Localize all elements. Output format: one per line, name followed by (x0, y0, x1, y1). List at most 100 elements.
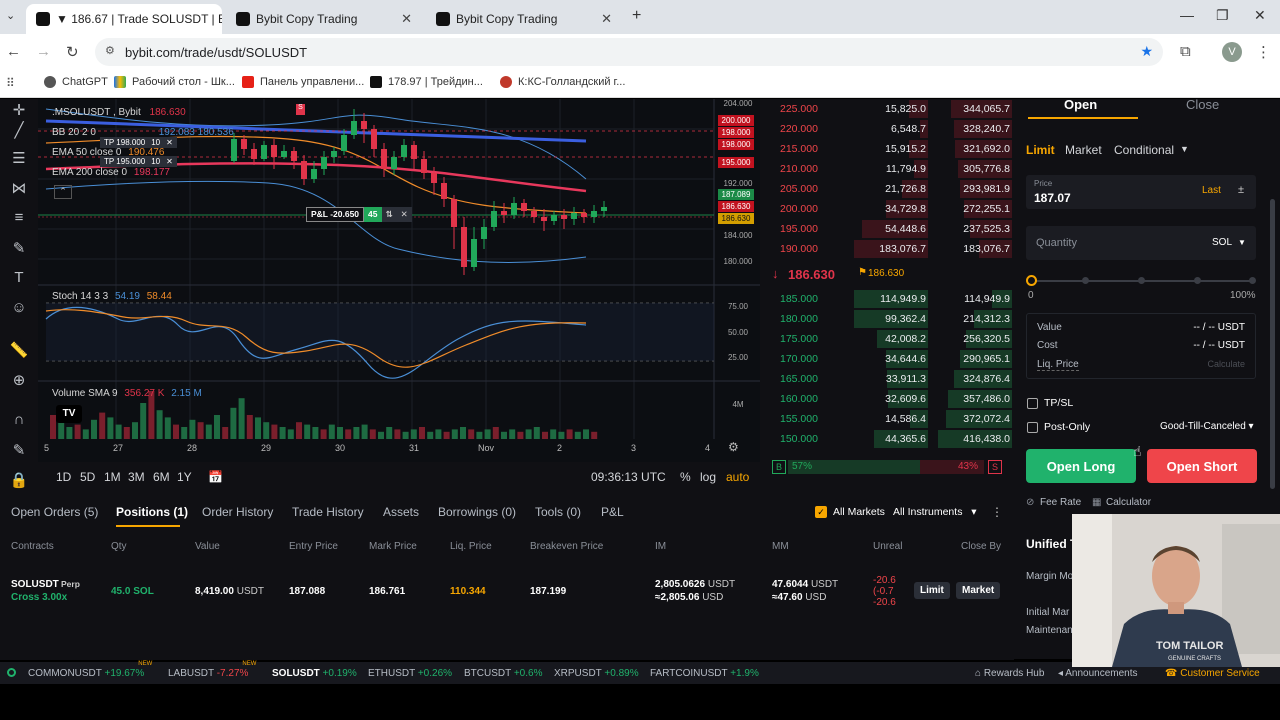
bookmark-panel[interactable]: Панель управлени... (242, 76, 364, 88)
date-range-icon[interactable]: 📅 (208, 470, 223, 484)
tab-assets[interactable]: Assets (383, 505, 419, 519)
ticker-item[interactable]: ETHUSDT +0.26% (368, 668, 452, 679)
close-market-button[interactable]: Market (956, 582, 1001, 599)
fee-rate-link[interactable]: Fee Rate (1040, 497, 1081, 508)
ticker-item[interactable]: XRPUSDT +0.89% (554, 668, 639, 679)
back-icon[interactable]: ← (6, 43, 21, 60)
panel-scrollbar[interactable] (1270, 199, 1275, 489)
price-chart[interactable]: .MSOLUSDT , Bybit 186.630 BB 20 2 0 192.… (38, 99, 760, 462)
horizontal-lines-icon[interactable]: ☰ (9, 149, 29, 167)
ask-row[interactable]: 200.000 34,729.8 272,255.1 (770, 199, 1022, 219)
bid-row[interactable]: 180.000 99,362.4 214,312.3 (770, 309, 1022, 329)
close-icon[interactable]: ✕ (166, 138, 173, 147)
slider-handle[interactable] (1026, 275, 1037, 286)
position-contract[interactable]: SOLUSDT (11, 579, 59, 590)
close-icon[interactable]: ✕ (601, 11, 612, 27)
fib-icon[interactable]: ≡ (9, 209, 29, 226)
zoom-icon[interactable]: ⊕ (9, 371, 29, 389)
timeframe-1m[interactable]: 1M (104, 470, 121, 484)
lock-draw-icon[interactable]: ✎ (9, 441, 29, 459)
ask-row[interactable]: 195.000 54,448.6 237,525.3 (770, 219, 1022, 239)
ask-row[interactable]: 210.000 11,794.9 305,776.8 (770, 159, 1022, 179)
announcements-link[interactable]: ◂ Announcements (1058, 668, 1138, 679)
restore-icon[interactable]: ❐ (1216, 7, 1229, 24)
pnl-position-tag[interactable]: P&L -20.650 45 ⇅ ✕ (306, 207, 412, 222)
close-icon[interactable]: ✕ (166, 157, 173, 166)
ask-row[interactable]: 215.000 15,915.2 321,692.0 (770, 139, 1022, 159)
tab-pnl[interactable]: P&L (601, 505, 624, 519)
quantity-input[interactable]: Quantity SOL ▼ (1026, 226, 1256, 260)
tab-order-history[interactable]: Order History (202, 505, 273, 519)
tab-trade-history[interactable]: Trade History (292, 505, 364, 519)
tab-open-orders[interactable]: Open Orders (5) (11, 505, 98, 519)
ask-row[interactable]: 205.000 21,726.8 293,981.9 (770, 179, 1022, 199)
timeframe-5d[interactable]: 5D (80, 470, 95, 484)
last-price-button[interactable]: Last (1202, 185, 1221, 196)
tp-label-198[interactable]: TP 198.000 10 ✕ (100, 137, 177, 148)
order-type-market[interactable]: Market (1065, 143, 1102, 157)
tab-open[interactable]: Open (1064, 97, 1097, 112)
url-input[interactable]: ⚙ bybit.com/trade/usdt/SOLUSDT ★ (95, 38, 1163, 66)
auto-scale-toggle[interactable]: auto (726, 470, 749, 484)
bid-row[interactable]: 185.000 114,949.9 114,949.9 (770, 289, 1022, 309)
rewards-hub-link[interactable]: ⌂ Rewards Hub (975, 668, 1044, 679)
minimize-icon[interactable]: — (1180, 7, 1194, 23)
window-close-icon[interactable]: ✕ (1254, 7, 1266, 24)
order-type-limit[interactable]: Limit (1026, 143, 1055, 157)
collapse-legend-icon[interactable]: ⌃ (54, 185, 72, 199)
new-tab-button[interactable]: + (632, 7, 641, 25)
open-long-button[interactable]: Open Long (1026, 449, 1136, 483)
tab-search-icon[interactable]: ⌄ (6, 9, 15, 22)
tp-label-195[interactable]: TP 195.000 10 ✕ (100, 156, 177, 167)
ask-row[interactable]: 225.000 15,825.0 344,065.7 (770, 99, 1022, 119)
ask-row[interactable]: 190.000 183,076.7 183,076.7 (770, 239, 1022, 259)
ruler-icon[interactable]: 📏 (9, 341, 29, 359)
emoji-icon[interactable]: ☺ (9, 299, 29, 316)
ticker-item[interactable]: BTCUSDT +0.6% (464, 668, 542, 679)
chart-settings-icon[interactable]: ⚙ (728, 440, 739, 454)
bid-row[interactable]: 170.000 34,644.6 290,965.1 (770, 349, 1022, 369)
site-info-icon[interactable]: ⚙ (105, 44, 115, 57)
percent-scale-toggle[interactable]: % (680, 470, 691, 484)
more-options-icon[interactable]: ⋮ (991, 505, 1003, 519)
cursor-icon[interactable]: ✛ (9, 101, 29, 119)
tab-positions[interactable]: Positions (1) (116, 505, 188, 519)
ask-row[interactable]: 220.000 6,548.7 328,240.7 (770, 119, 1022, 139)
bid-row[interactable]: 160.000 32,609.6 357,486.0 (770, 389, 1022, 409)
all-markets-checkbox[interactable]: ✓ (815, 506, 827, 518)
ticker-item[interactable]: COMMONUSDT +19.67% NEW (28, 661, 152, 679)
extensions-icon[interactable]: ⧉ (1180, 43, 1191, 60)
quantity-slider[interactable] (1026, 275, 1256, 287)
bid-row[interactable]: 150.000 44,365.6 416,438.0 (770, 429, 1022, 449)
browser-tab-copy-1[interactable]: Bybit Copy Trading ✕ (226, 4, 422, 34)
tradingview-logo-icon[interactable]: TV (56, 405, 82, 423)
open-short-button[interactable]: Open Short (1147, 449, 1257, 483)
reload-icon[interactable]: ↻ (66, 43, 79, 61)
browser-tab-trade[interactable]: ▼ 186.67 | Trade SOLUSDT | By ✕ (26, 4, 222, 34)
menu-icon[interactable]: ⋮ (1256, 43, 1271, 61)
quantity-unit[interactable]: SOL (1212, 237, 1232, 248)
plus-minus-icon[interactable]: ± (1238, 184, 1244, 196)
browser-tab-copy-2[interactable]: Bybit Copy Trading ✕ (426, 4, 622, 34)
tab-close[interactable]: Close (1186, 97, 1219, 112)
forward-icon[interactable]: → (36, 43, 51, 60)
timeframe-3m[interactable]: 3M (128, 470, 145, 484)
magnet-icon[interactable]: ∩ (9, 411, 29, 428)
close-limit-button[interactable]: Limit (914, 582, 950, 599)
tab-tools[interactable]: Tools (0) (535, 505, 581, 519)
trendline-icon[interactable]: ╱ (9, 121, 29, 139)
cross-leverage[interactable]: Cross 3.00x (11, 592, 67, 603)
lock-icon[interactable]: 🔒 (9, 471, 29, 489)
ticker-item[interactable]: LABUSDT -7.27% NEW (168, 661, 256, 679)
bookmark-chatgpt[interactable]: ChatGPT (44, 76, 108, 88)
ticker-item[interactable]: SOLUSDT +0.19% (272, 668, 357, 679)
ticker-item[interactable]: FARTCOINUSDT +1.9% (650, 668, 759, 679)
bookmark-desktop[interactable]: Рабочий стол - Шк... (114, 76, 235, 88)
text-icon[interactable]: T (9, 269, 29, 286)
price-input[interactable]: Price 187.07 Last ± (1026, 175, 1256, 209)
order-type-conditional[interactable]: Conditional (1114, 143, 1174, 157)
pattern-icon[interactable]: ⋈ (9, 179, 29, 197)
time-in-force-select[interactable]: Good-Till-Canceled ▾ (1160, 421, 1254, 432)
log-scale-toggle[interactable]: log (700, 470, 716, 484)
apps-icon[interactable]: ⠿ (6, 76, 15, 90)
